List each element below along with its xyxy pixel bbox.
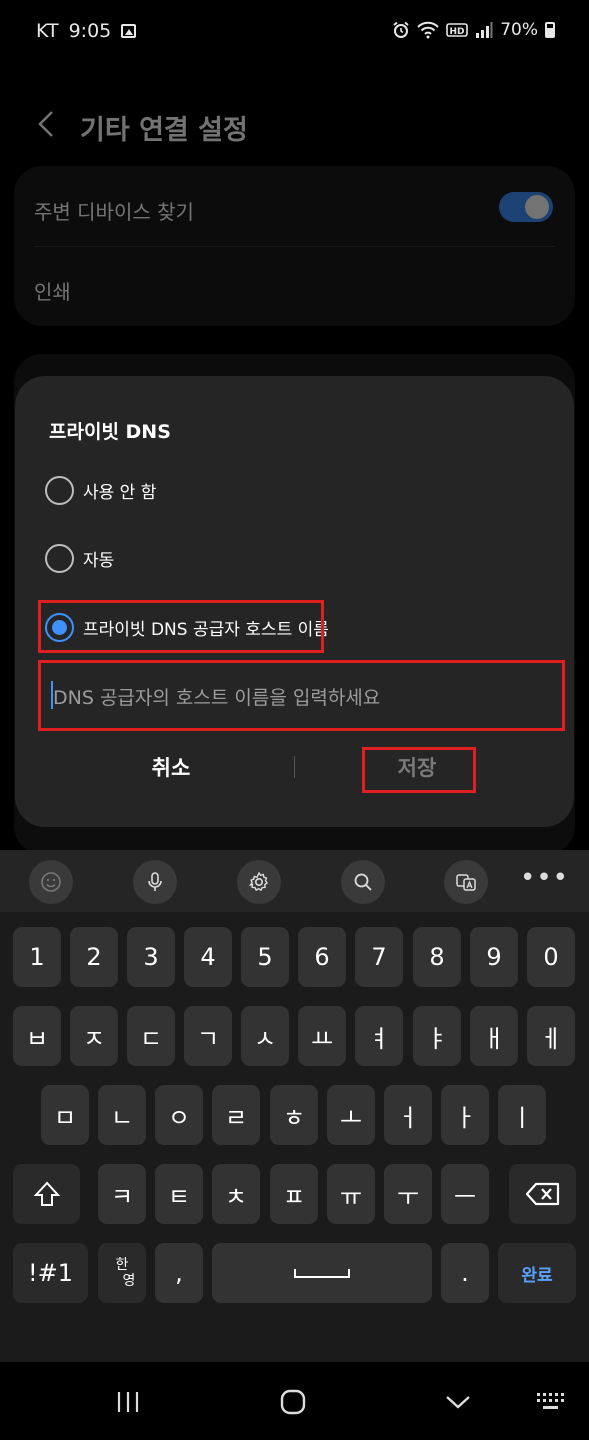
key-yu[interactable]: ㅠ: [327, 1164, 375, 1224]
key-bieup[interactable]: ㅂ: [13, 1006, 61, 1066]
key-i[interactable]: ㅣ: [498, 1085, 546, 1145]
divider: [34, 246, 555, 247]
key-e[interactable]: ㅔ: [527, 1006, 575, 1066]
recents-icon[interactable]: [108, 1384, 148, 1420]
key-tieut[interactable]: ㅌ: [155, 1164, 203, 1224]
key-nieun[interactable]: ㄴ: [98, 1085, 146, 1145]
toggle-knob: [525, 195, 549, 219]
print-label[interactable]: 인쇄: [34, 276, 71, 305]
cancel-button[interactable]: 취소: [81, 752, 261, 782]
key-2[interactable]: 2: [70, 927, 118, 987]
settings-icon[interactable]: [237, 860, 281, 904]
nearby-devices-toggle[interactable]: [499, 192, 553, 222]
keyboard-toolbar: •••: [0, 850, 589, 912]
search-icon[interactable]: [341, 860, 385, 904]
hide-keyboard-icon[interactable]: [438, 1384, 478, 1420]
key-a[interactable]: ㅏ: [441, 1085, 489, 1145]
key-9[interactable]: 9: [470, 927, 518, 987]
shift-icon: [33, 1181, 60, 1206]
period-key[interactable]: .: [441, 1243, 489, 1303]
key-rieul[interactable]: ㄹ: [212, 1085, 260, 1145]
button-divider: [294, 756, 295, 778]
key-pieup[interactable]: ㅍ: [270, 1164, 318, 1224]
key-0[interactable]: 0: [527, 927, 575, 987]
hd-icon: HD: [446, 23, 469, 37]
key-kieuk[interactable]: ㅋ: [98, 1164, 146, 1224]
key-ae[interactable]: ㅐ: [470, 1006, 518, 1066]
key-5[interactable]: 5: [241, 927, 289, 987]
backspace-key[interactable]: [509, 1164, 576, 1224]
key-siot[interactable]: ㅅ: [241, 1006, 289, 1066]
lang-korean: 한: [115, 1257, 129, 1273]
highlight-box-input: [38, 660, 565, 731]
microphone-icon[interactable]: [133, 860, 177, 904]
radio-button[interactable]: [45, 475, 74, 505]
key-6[interactable]: 6: [298, 927, 346, 987]
key-giyeok[interactable]: ㄱ: [184, 1006, 232, 1066]
key-o[interactable]: ㅗ: [327, 1085, 375, 1145]
key-u[interactable]: ㅜ: [384, 1164, 432, 1224]
key-4[interactable]: 4: [184, 927, 232, 987]
done-label: 완료: [521, 1265, 553, 1286]
alarm-icon: [393, 21, 409, 38]
key-yo[interactable]: ㅛ: [298, 1006, 346, 1066]
dialog-title: 프라이빗 DNS: [49, 421, 171, 443]
home-icon[interactable]: [273, 1384, 313, 1420]
key-3[interactable]: 3: [127, 927, 175, 987]
keyboard: ••• 1 2 3 4 5 6 7 8 9 0 ㅂ ㅈ ㄷ ㄱ ㅅ ㅛ ㅕ ㅑ …: [0, 850, 589, 1362]
carrier-label: KT: [36, 20, 59, 42]
key-8[interactable]: 8: [413, 927, 461, 987]
battery-icon: [545, 22, 555, 38]
key-7[interactable]: 7: [355, 927, 403, 987]
key-eu[interactable]: ㅡ: [441, 1164, 489, 1224]
navigation-bar: [0, 1362, 589, 1440]
settings-card: 주변 디바이스 찾기 인쇄: [14, 166, 575, 326]
translate-icon[interactable]: [444, 860, 488, 904]
option-auto[interactable]: 자동: [45, 541, 114, 575]
language-key[interactable]: 한 영: [98, 1243, 146, 1303]
battery-level: 70%: [500, 20, 538, 40]
shift-key[interactable]: [13, 1164, 80, 1224]
key-ieung[interactable]: ㅇ: [155, 1085, 203, 1145]
key-hieut[interactable]: ㅎ: [270, 1085, 318, 1145]
back-arrow-icon[interactable]: [34, 108, 60, 140]
symbols-key[interactable]: !#1: [13, 1243, 88, 1303]
option-label: 사용 안 함: [83, 482, 157, 503]
nearby-devices-label[interactable]: 주변 디바이스 찾기: [34, 196, 194, 225]
key-chieut[interactable]: ㅊ: [212, 1164, 260, 1224]
comma-key[interactable]: ,: [155, 1243, 203, 1303]
clock: 9:05: [68, 20, 112, 42]
header: 기타 연결 설정: [0, 100, 589, 150]
signal-icon: [476, 22, 493, 38]
option-off[interactable]: 사용 안 함: [45, 473, 156, 507]
status-bar: KT 9:05 HD 70%: [0, 0, 589, 64]
key-mieum[interactable]: ㅁ: [41, 1085, 89, 1145]
key-1[interactable]: 1: [13, 927, 61, 987]
key-eo[interactable]: ㅓ: [384, 1085, 432, 1145]
key-ya[interactable]: ㅑ: [413, 1006, 461, 1066]
keyboard-switch-icon[interactable]: [530, 1384, 570, 1420]
done-key[interactable]: 완료: [498, 1243, 576, 1303]
svg-text:HD: HD: [450, 27, 465, 37]
highlight-box-save: [362, 747, 476, 793]
page-title: 기타 연결 설정: [80, 115, 248, 146]
key-jieut[interactable]: ㅈ: [70, 1006, 118, 1066]
image-icon: [121, 24, 137, 38]
private-dns-dialog: 프라이빗 DNS 사용 안 함 자동 프라이빗 DNS 공급자 호스트 이름 D…: [15, 376, 574, 827]
highlight-box-option: [38, 600, 324, 653]
backspace-icon: [525, 1182, 559, 1206]
wifi-icon: [417, 21, 439, 39]
more-icon[interactable]: •••: [520, 865, 569, 891]
space-key[interactable]: [212, 1243, 432, 1303]
radio-button[interactable]: [45, 543, 74, 573]
space-icon: [294, 1269, 350, 1278]
option-label: 자동: [83, 550, 115, 571]
key-yeo[interactable]: ㅕ: [355, 1006, 403, 1066]
emoji-icon[interactable]: [29, 860, 73, 904]
lang-english: 영: [122, 1273, 136, 1289]
key-digeut[interactable]: ㄷ: [127, 1006, 175, 1066]
